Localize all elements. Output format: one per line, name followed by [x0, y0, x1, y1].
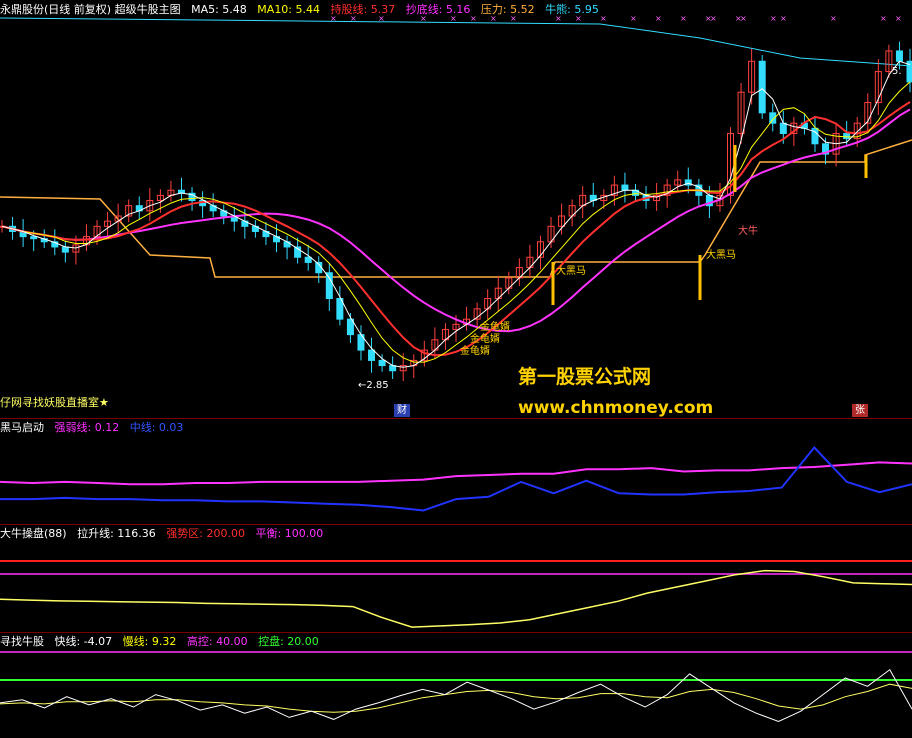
sell-marker: × [710, 14, 717, 23]
sell-marker: × [330, 14, 337, 23]
heima-label-1: 大黑马 [556, 266, 586, 277]
sell-marker: × [490, 14, 497, 23]
sell-marker: × [655, 14, 662, 23]
candle-body [843, 132, 851, 140]
sell-marker: × [420, 14, 427, 23]
candle-body [378, 359, 386, 367]
candle-body [895, 50, 903, 62]
sell-marker: × [680, 14, 687, 23]
sell-marker: × [350, 14, 357, 23]
candle-body [304, 256, 312, 263]
live-room-label: 仔网寻找妖股直播室★ [0, 396, 109, 409]
watermark-url: www.chnmoney.com [518, 398, 714, 418]
candle-body [325, 272, 333, 300]
chart-canvas: × × × × × × × × × × × × × × ×× ×× × × × × × [0, 14, 912, 723]
sell-marker: × [895, 14, 902, 23]
high-price-label: 5. [892, 66, 902, 77]
sell-marker: × [780, 14, 787, 23]
low-price-label: ←2.85 [358, 380, 389, 391]
watermark-title: 第一股票公式网 [518, 366, 652, 388]
candle-body [621, 184, 629, 191]
zhang-badge: 张 [852, 404, 868, 417]
sell-marker: × [600, 14, 607, 23]
sell-marker: × [740, 14, 747, 23]
sell-marker: × [510, 14, 517, 23]
sell-marker: × [880, 14, 887, 23]
sell-marker: × [830, 14, 837, 23]
sell-marker: × [630, 14, 637, 23]
chart-stage: 永鼎股份(日线 前复权) 超级牛股主图 MA5: 5.48 MA10: 5.44… [0, 0, 912, 738]
middle-line [0, 445, 912, 512]
heima-label-2: 大黑马 [706, 250, 736, 261]
fast-line [0, 668, 912, 723]
sell-marker: × [450, 14, 457, 23]
candle-body [30, 236, 38, 240]
strength-line [0, 461, 912, 486]
cai-badge: 财 [394, 404, 410, 417]
candle-body [779, 122, 787, 134]
sell-marker: × [470, 14, 477, 23]
sell-marker: × [575, 14, 582, 23]
lift-line [0, 569, 912, 628]
sell-marker: × [770, 14, 777, 23]
daniu-label: 大牛 [738, 226, 758, 237]
sell-marker: × [378, 14, 385, 23]
bull-bear-line [0, 17, 912, 67]
sell-marker: × [555, 14, 562, 23]
jingui-label-3: 金龟婿 [460, 346, 490, 357]
candle-body [368, 349, 376, 361]
candle-body [61, 246, 69, 253]
candle-body [758, 60, 766, 114]
